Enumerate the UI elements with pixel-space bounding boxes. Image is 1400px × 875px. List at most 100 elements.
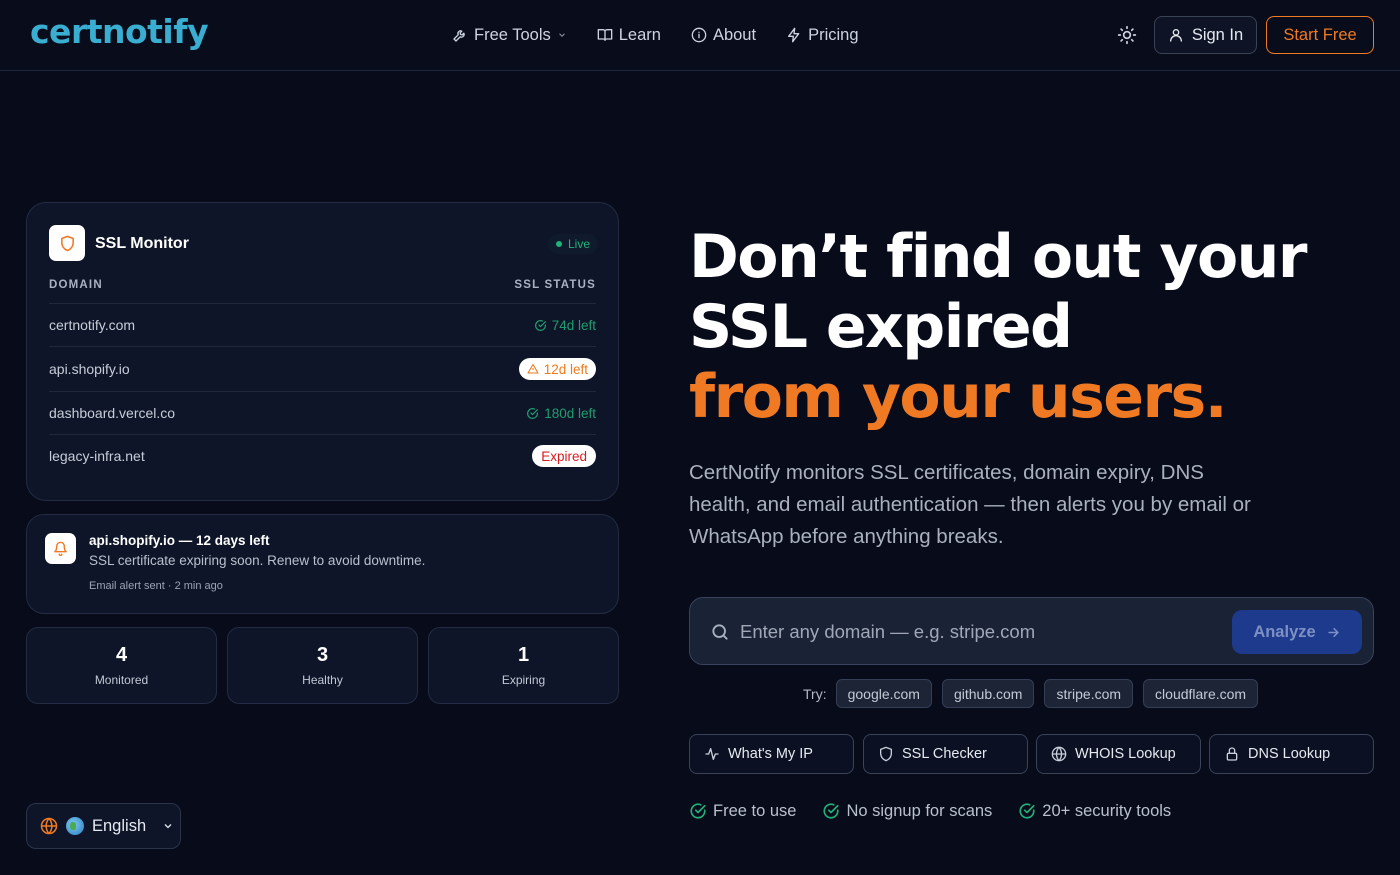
table-row[interactable]: api.shopify.io 12d left bbox=[49, 346, 596, 391]
monitor-table: certnotify.com 74d left api.shopify.io 1… bbox=[49, 303, 596, 477]
globe-icon bbox=[40, 817, 58, 835]
alert-icon-box bbox=[45, 533, 76, 564]
status-text: 180d left bbox=[544, 405, 596, 421]
live-label: Live bbox=[567, 237, 590, 251]
check-circle-icon bbox=[823, 803, 840, 819]
stat-healthy: 3 Healthy bbox=[227, 627, 418, 704]
live-dot-icon bbox=[555, 241, 562, 247]
hero-line-1: Don’t find out your bbox=[689, 222, 1307, 292]
try-chip-cloudflare[interactable]: cloudflare.com bbox=[1143, 679, 1259, 708]
tool-ssl-checker[interactable]: SSL Checker bbox=[863, 734, 1028, 774]
chevron-down-icon bbox=[558, 33, 565, 37]
status-badge-ok: 74d left bbox=[534, 318, 596, 333]
try-chip-stripe[interactable]: stripe.com bbox=[1044, 679, 1134, 708]
site-header: certnotify Free Tools Learn About Pricin… bbox=[0, 0, 1400, 71]
status-badge-warning: 12d left bbox=[518, 358, 596, 380]
check-circle-icon bbox=[527, 407, 539, 419]
try-chip-google[interactable]: google.com bbox=[835, 679, 932, 708]
bell-icon bbox=[54, 541, 67, 556]
language-label: English bbox=[92, 816, 147, 835]
chevron-down-icon bbox=[164, 824, 172, 829]
feature-item: 20+ security tools bbox=[1018, 802, 1171, 821]
analyze-button[interactable]: Analyze bbox=[1232, 610, 1362, 654]
hero-accent: from your users. bbox=[689, 362, 1228, 432]
nav-label: About bbox=[712, 25, 757, 44]
start-free-button[interactable]: Start Free bbox=[1266, 16, 1374, 54]
feature-label: 20+ security tools bbox=[1042, 801, 1172, 820]
stat-expiring: 1 Expiring bbox=[428, 627, 619, 704]
feature-list: Free to use No signup for scans 20+ secu… bbox=[689, 800, 1197, 822]
stat-label: Healthy bbox=[302, 673, 343, 687]
stat-value: 3 bbox=[316, 644, 329, 666]
tool-dns-lookup[interactable]: DNS Lookup bbox=[1209, 734, 1374, 774]
sign-in-button[interactable]: Sign In bbox=[1154, 16, 1257, 54]
stat-label: Expiring bbox=[501, 673, 546, 687]
live-badge: Live bbox=[547, 234, 598, 254]
user-icon bbox=[1169, 29, 1182, 42]
table-row[interactable]: certnotify.com 74d left bbox=[49, 303, 596, 346]
language-selector[interactable]: English bbox=[26, 803, 181, 849]
check-circle-icon bbox=[534, 319, 546, 331]
book-icon bbox=[597, 29, 613, 41]
earth-flag-icon bbox=[66, 817, 84, 835]
column-ssl-status: SSL STATUS bbox=[514, 279, 596, 291]
info-icon bbox=[691, 27, 707, 43]
row-domain: dashboard.vercel.co bbox=[49, 405, 176, 421]
feature-label: Free to use bbox=[713, 801, 797, 820]
stat-monitored: 4 Monitored bbox=[26, 627, 217, 704]
nav-learn[interactable]: Learn bbox=[597, 24, 661, 46]
sun-icon[interactable] bbox=[1117, 25, 1137, 45]
table-row[interactable]: legacy-infra.net Expired bbox=[49, 434, 596, 477]
monitor-title: SSL Monitor bbox=[95, 235, 189, 252]
alert-meta: Email alert sent · 2 min ago bbox=[89, 580, 223, 592]
hero-line-2: SSL expired bbox=[689, 292, 1073, 362]
stat-value: 1 bbox=[517, 644, 530, 666]
stat-label: Monitored bbox=[94, 673, 149, 687]
tool-whois-lookup[interactable]: WHOIS Lookup bbox=[1036, 734, 1201, 774]
try-label: Try: bbox=[803, 685, 827, 702]
tool-whats-my-ip[interactable]: What's My IP bbox=[689, 734, 854, 774]
hero-title: Don’t find out your SSL expired from you… bbox=[689, 222, 1389, 432]
tool-label: DNS Lookup bbox=[1248, 746, 1331, 762]
tool-label: SSL Checker bbox=[902, 746, 987, 762]
warning-triangle-icon bbox=[527, 363, 539, 374]
tool-label: What's My IP bbox=[728, 746, 813, 762]
table-row[interactable]: dashboard.vercel.co 180d left bbox=[49, 391, 596, 434]
shield-icon bbox=[880, 746, 892, 762]
shield-icon bbox=[60, 235, 74, 251]
tool-label: WHOIS Lookup bbox=[1075, 746, 1176, 762]
column-domain: DOMAIN bbox=[49, 279, 103, 291]
alert-title: api.shopify.io — 12 days left bbox=[89, 533, 270, 548]
alert-notification-card: api.shopify.io — 12 days left SSL certif… bbox=[26, 514, 619, 614]
nav-pricing[interactable]: Pricing bbox=[786, 24, 859, 46]
search-icon bbox=[712, 624, 728, 640]
alert-message: SSL certificate expiring soon. Renew to … bbox=[89, 553, 426, 568]
monitor-table-header: DOMAIN SSL STATUS bbox=[49, 279, 596, 303]
stat-value: 4 bbox=[115, 644, 128, 666]
hero-subtitle: CertNotify monitors SSL certificates, do… bbox=[689, 461, 1251, 548]
nav-label: Free Tools bbox=[474, 25, 551, 44]
sign-in-label: Sign In bbox=[1191, 25, 1244, 44]
feature-item: No signup for scans bbox=[822, 802, 992, 821]
domain-search-bar: Analyze bbox=[689, 597, 1374, 665]
status-text: 12d left bbox=[543, 361, 588, 377]
wrench-icon bbox=[453, 30, 465, 42]
monitor-logo bbox=[49, 225, 85, 261]
lock-icon bbox=[1226, 747, 1238, 761]
row-domain: api.shopify.io bbox=[49, 361, 130, 377]
status-badge-ok: 180d left bbox=[526, 406, 596, 421]
activity-icon bbox=[705, 748, 719, 760]
nav-about[interactable]: About bbox=[691, 24, 756, 46]
bolt-icon bbox=[788, 27, 800, 43]
domain-search-input[interactable] bbox=[740, 612, 1220, 652]
try-chip-github[interactable]: github.com bbox=[941, 679, 1035, 708]
main-nav: Free Tools Learn About Pricing bbox=[452, 24, 889, 46]
logo[interactable]: certnotify bbox=[30, 12, 209, 51]
try-examples: Try: google.com github.com stripe.com cl… bbox=[803, 679, 1268, 708]
status-text: 74d left bbox=[551, 317, 596, 333]
nav-label: Learn bbox=[618, 25, 661, 44]
arrow-right-icon bbox=[1328, 627, 1339, 637]
nav-free-tools[interactable]: Free Tools bbox=[452, 24, 567, 46]
check-circle-icon bbox=[690, 803, 706, 819]
ssl-monitor-card: SSL Monitor Live DOMAIN SSL STATUS certn… bbox=[26, 202, 619, 501]
